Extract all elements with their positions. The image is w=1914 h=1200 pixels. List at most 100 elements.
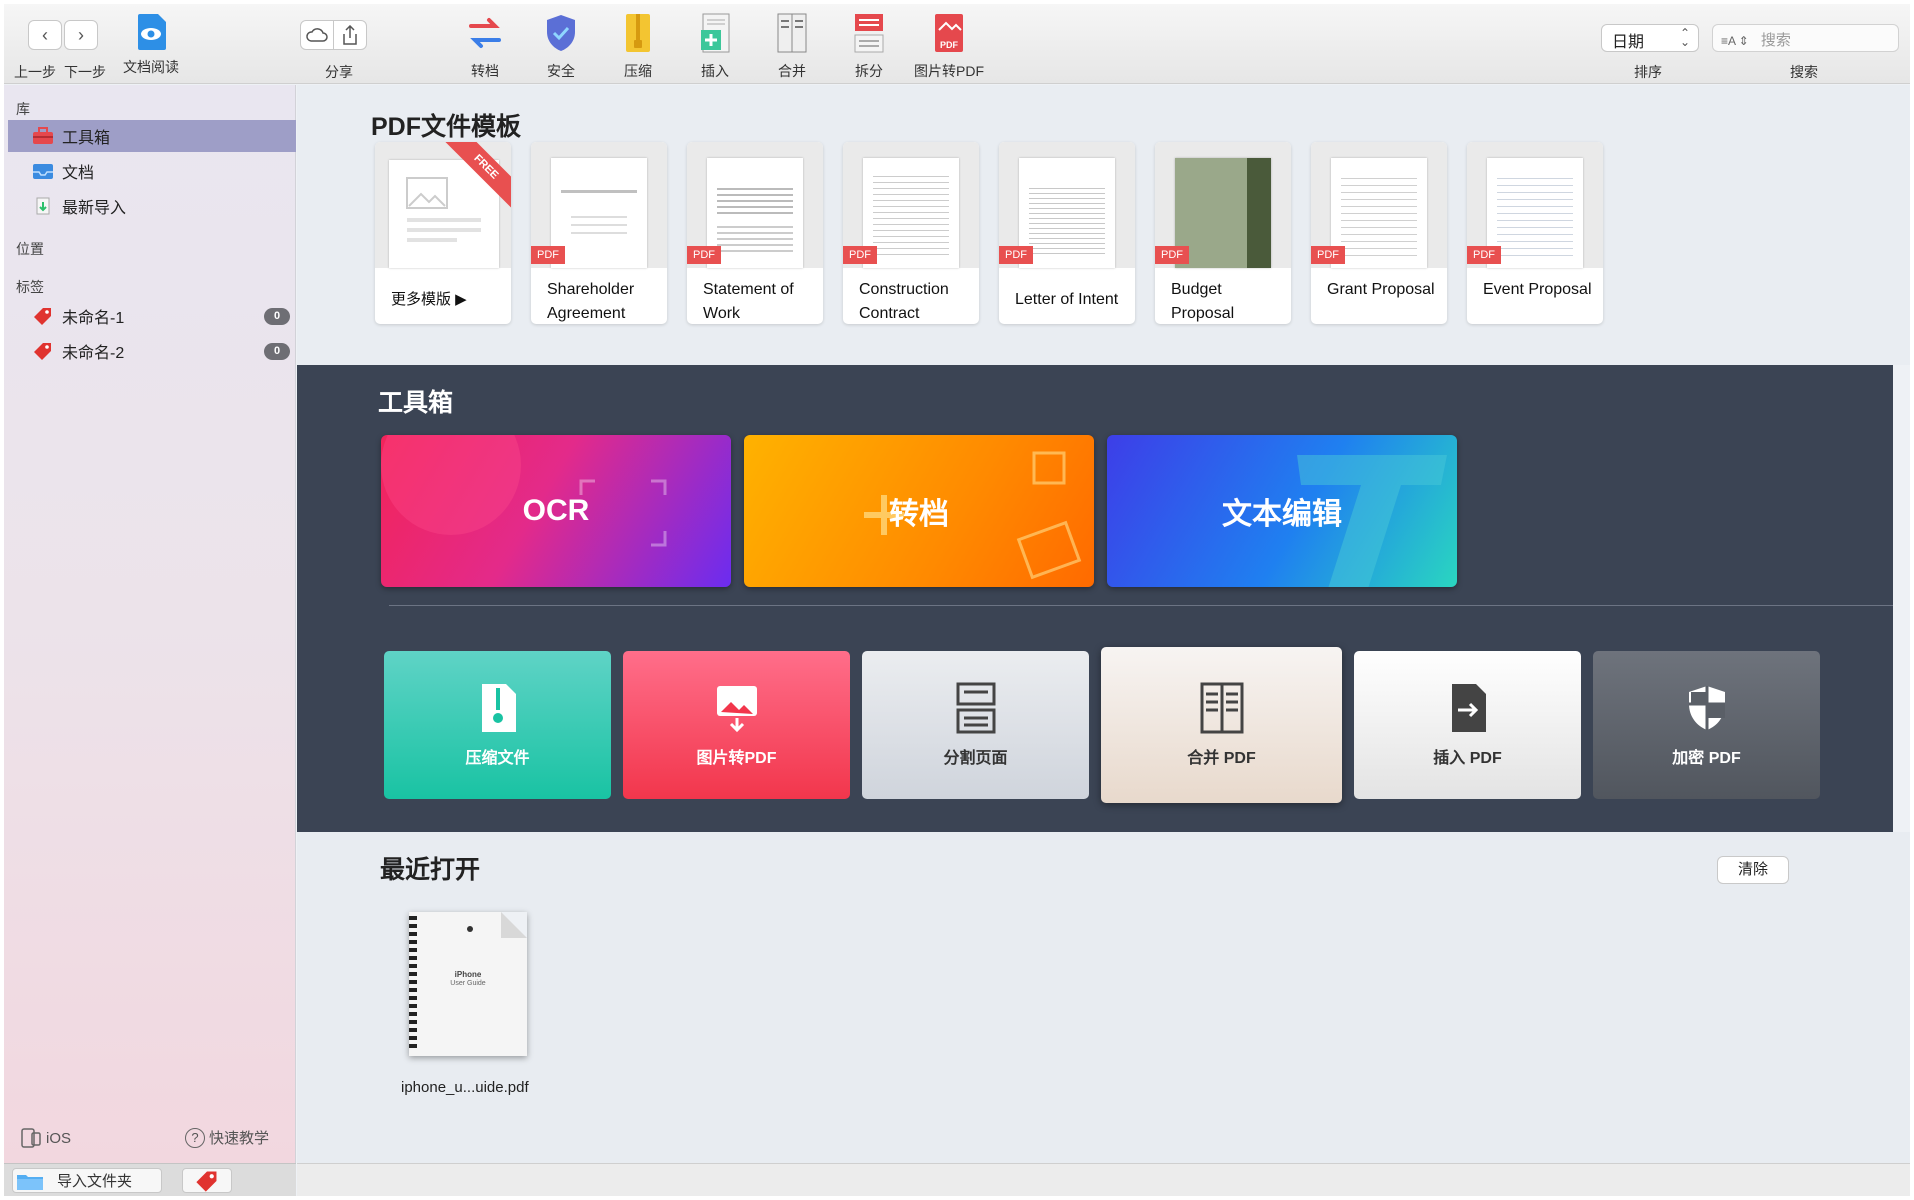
- template-card-statement-of-work[interactable]: PDF Statement of Work: [687, 142, 823, 324]
- import-icon: [36, 197, 50, 215]
- template-page: [551, 158, 647, 268]
- library-section-title: 库: [16, 101, 30, 117]
- insert-button[interactable]: 插入: [690, 12, 740, 81]
- inbox-icon: [33, 164, 53, 179]
- more-templates-thumb: FREE: [375, 142, 511, 268]
- template-card-grant-proposal[interactable]: PDF Grant Proposal: [1311, 142, 1447, 324]
- search-input[interactable]: ≡A ⇕ 搜索: [1712, 24, 1899, 52]
- compress-file-tool[interactable]: 压缩文件: [384, 651, 611, 799]
- template-card-budget-proposal[interactable]: PDF Budget Proposal: [1155, 142, 1291, 324]
- ios-button[interactable]: iOS: [20, 1127, 71, 1149]
- sidebar-item-tag-1[interactable]: 未命名-1 0: [8, 300, 296, 332]
- thumb-subtitle: User Guide: [450, 980, 486, 987]
- sidebar-item-documents[interactable]: 文档: [8, 155, 296, 187]
- zip-icon: [626, 14, 650, 52]
- compress-button[interactable]: 压缩: [613, 12, 663, 81]
- count-badge: 0: [264, 343, 290, 360]
- merge-button[interactable]: 合并: [767, 12, 817, 81]
- pdf-tag: PDF: [1467, 246, 1501, 264]
- template-card-letter-of-intent[interactable]: PDF Letter of Intent: [999, 142, 1135, 324]
- sidebar: 库 工具箱 文档 最新导入 位置 标签 未命名-1 0 未命名-2 0 iOS: [4, 85, 296, 1163]
- sidebar-item-toolbox[interactable]: 工具箱: [8, 120, 296, 152]
- recent-file-name[interactable]: iphone_u...uide.pdf: [401, 1079, 529, 1096]
- encrypt-pdf-tool[interactable]: 加密 PDF: [1593, 651, 1820, 799]
- text-edit-tool-card[interactable]: 文本编辑: [1107, 435, 1457, 587]
- merge-pdf-label: 合并 PDF: [1187, 750, 1256, 767]
- forward-button[interactable]: ›: [64, 20, 98, 50]
- sort-label: 排序: [1634, 64, 1662, 80]
- help-icon: ?: [185, 1127, 205, 1148]
- sidebar-item-tag-2[interactable]: 未命名-2 0: [8, 335, 296, 367]
- add-tag-button[interactable]: [182, 1168, 232, 1193]
- template-label: Statement of Work: [703, 281, 794, 322]
- count-badge: 0: [264, 308, 290, 325]
- template-label: Construction Contract: [859, 281, 949, 322]
- share-button[interactable]: [333, 20, 367, 50]
- template-card-construction-contract[interactable]: PDF Construction Contract: [843, 142, 979, 324]
- search-placeholder: 搜索: [1760, 32, 1791, 49]
- app-window: ‹ › 上一步 下一步 文档阅读 分享 转档 安全 压缩 插入 合并 拆分 PD…: [4, 4, 1910, 1196]
- reader-label: 文档阅读: [123, 59, 179, 75]
- convert-button[interactable]: 转档: [460, 12, 510, 81]
- search-label: 搜索: [1790, 64, 1818, 80]
- sidebar-item-recent-import[interactable]: 最新导入: [8, 190, 296, 222]
- sort-select[interactable]: 日期 ⌃ ⌄: [1601, 24, 1699, 52]
- reader-button[interactable]: 文档阅读: [118, 12, 184, 77]
- template-page: [1019, 158, 1115, 268]
- insert-pdf-tool[interactable]: 插入 PDF: [1354, 651, 1581, 799]
- template-card-shareholder[interactable]: PDF Shareholder Agreement: [531, 142, 667, 324]
- insert-label: 插入: [701, 63, 729, 79]
- text-edit-label: 文本编辑: [1222, 498, 1342, 531]
- security-button[interactable]: 安全: [536, 12, 586, 81]
- convert-tool-label: 转档: [889, 498, 949, 531]
- insert-pdf-label: 插入 PDF: [1433, 750, 1502, 767]
- updown-chevron-icon: ⌃ ⌄: [1679, 26, 1690, 49]
- recent-file-thumb[interactable]: iPhone User Guide: [409, 912, 527, 1056]
- shield-icon: [1688, 686, 1725, 730]
- image-to-pdf-button[interactable]: PDF 图片转PDF: [909, 12, 989, 81]
- apple-logo-icon: [467, 926, 473, 932]
- page-curl: [501, 912, 527, 938]
- merge-pdf-tool[interactable]: 合并 PDF: [1101, 647, 1342, 803]
- import-folder-label: 导入文件夹: [57, 1173, 133, 1190]
- encrypt-pdf-label: 加密 PDF: [1672, 750, 1741, 767]
- convert-tool-card[interactable]: 转档: [744, 435, 1094, 587]
- image-to-pdf-tool[interactable]: 图片转PDF: [623, 651, 850, 799]
- split-button[interactable]: 拆分: [844, 12, 894, 81]
- sidebar-item-label: 未命名-2: [62, 345, 125, 362]
- recent-section: 最近打开 清除 iPhone User Guide iphone_u...uid…: [297, 832, 1910, 1163]
- split-pages-tool[interactable]: 分割页面: [862, 651, 1089, 799]
- merge-icon: [777, 13, 807, 53]
- zip-file-icon: [481, 684, 516, 732]
- toolbox-title: 工具箱: [378, 389, 454, 417]
- template-page: [863, 158, 959, 268]
- eye-icon: [138, 14, 166, 50]
- tutorial-button[interactable]: ? 快速教学: [185, 1127, 269, 1148]
- back-button[interactable]: ‹: [28, 20, 62, 50]
- tag-icon: [34, 343, 51, 360]
- compress-file-label: 压缩文件: [465, 750, 530, 767]
- templates-section: PDF文件模板 FREE 更多模版 ▶ PDF Shareholder Agre…: [297, 85, 1910, 365]
- template-card-event-proposal[interactable]: PDF Event Proposal: [1467, 142, 1603, 324]
- sidebar-item-label: 最新导入: [62, 200, 127, 217]
- folder-icon: [17, 1174, 43, 1190]
- cloud-icon: [306, 28, 328, 42]
- convert-label: 转档: [471, 63, 499, 79]
- clear-button[interactable]: 清除: [1717, 856, 1789, 884]
- more-templates-card[interactable]: FREE 更多模版 ▶: [375, 142, 511, 324]
- shield-icon: [547, 15, 575, 51]
- template-page: [1331, 158, 1427, 268]
- thumb-title: iPhone: [454, 970, 482, 979]
- template-page: [707, 158, 803, 268]
- ios-label: iOS: [46, 1129, 72, 1147]
- merge-page-icon: [1200, 682, 1243, 734]
- import-folder-button[interactable]: 导入文件夹: [12, 1168, 162, 1193]
- security-label: 安全: [547, 63, 575, 79]
- ocr-tool-card[interactable]: OCR: [381, 435, 731, 587]
- convert-icon: [469, 18, 501, 48]
- tutorial-label: 快速教学: [209, 1130, 270, 1147]
- template-label: Letter of Intent: [1015, 291, 1119, 308]
- split-label: 拆分: [855, 63, 883, 79]
- cloud-button[interactable]: [300, 20, 334, 50]
- split-pages-label: 分割页面: [943, 750, 1008, 767]
